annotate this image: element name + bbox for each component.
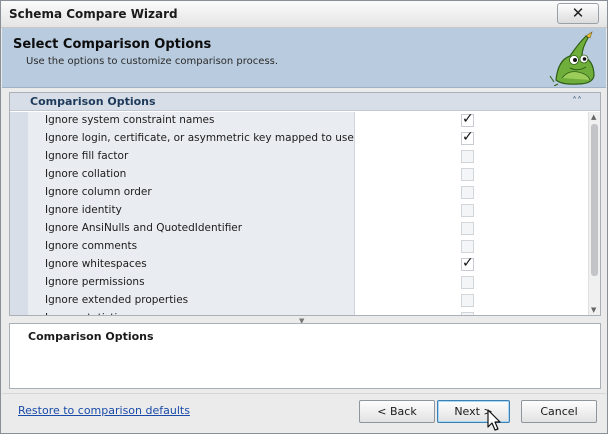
- row-gutter: [10, 292, 28, 310]
- close-button[interactable]: ✕: [557, 3, 599, 24]
- option-value-cell: [355, 292, 588, 310]
- option-checkbox[interactable]: [461, 294, 474, 307]
- option-row: Ignore comments: [10, 238, 588, 256]
- option-row: Ignore identity: [10, 202, 588, 220]
- option-label: Ignore fill factor: [28, 148, 355, 166]
- option-checkbox[interactable]: [461, 129, 474, 145]
- restore-defaults-link[interactable]: Restore to comparison defaults: [18, 404, 190, 417]
- option-value-cell: [355, 166, 588, 184]
- collapse-icon[interactable]: ˄˄: [570, 95, 584, 108]
- option-row: Ignore login, certificate, or asymmetric…: [10, 129, 588, 148]
- wizard-window: Schema Compare Wizard ✕ Select Compariso…: [0, 0, 608, 434]
- option-value-cell: [355, 255, 588, 274]
- option-row: Ignore column order: [10, 184, 588, 202]
- option-label: Ignore identity: [28, 202, 355, 220]
- option-row: Ignore collation: [10, 166, 588, 184]
- row-gutter: [10, 238, 28, 256]
- option-checkbox[interactable]: [461, 204, 474, 217]
- description-panel: Comparison Options: [9, 323, 601, 389]
- row-gutter: [10, 256, 28, 274]
- row-gutter: [10, 166, 28, 184]
- vertical-scrollbar[interactable]: ▲ ▼: [588, 112, 600, 315]
- option-checkbox[interactable]: [461, 276, 474, 289]
- option-checkbox[interactable]: [461, 222, 474, 235]
- row-gutter: [10, 220, 28, 238]
- option-label: Ignore extended properties: [28, 292, 355, 310]
- option-row: Ignore AnsiNulls and QuotedIdentifier: [10, 220, 588, 238]
- option-value-cell: [355, 220, 588, 238]
- options-group-label: Comparison Options: [30, 95, 156, 108]
- option-label: Ignore AnsiNulls and QuotedIdentifier: [28, 220, 355, 238]
- option-checkbox[interactable]: [461, 186, 474, 199]
- scroll-up-icon[interactable]: ▲: [591, 113, 596, 121]
- option-value-cell: [355, 184, 588, 202]
- option-row: Ignore permissions: [10, 274, 588, 292]
- option-checkbox[interactable]: [461, 168, 474, 181]
- option-label: Ignore login, certificate, or asymmetric…: [28, 130, 355, 148]
- frog-logo-icon: [549, 31, 595, 86]
- row-gutter: [10, 148, 28, 166]
- option-row: Ignore statistics: [10, 310, 588, 315]
- option-label: Ignore whitespaces: [28, 256, 355, 274]
- page-title: Select Comparison Options: [13, 37, 212, 52]
- row-gutter: [10, 202, 28, 220]
- option-label: Ignore permissions: [28, 274, 355, 292]
- option-row: Ignore extended properties: [10, 292, 588, 310]
- footer-divider: [2, 393, 606, 394]
- option-checkbox[interactable]: [461, 240, 474, 253]
- option-value-cell: [355, 148, 588, 166]
- cancel-button[interactable]: Cancel: [521, 400, 597, 423]
- close-icon: ✕: [571, 4, 585, 22]
- option-checkbox[interactable]: [461, 111, 474, 127]
- title-bar: Schema Compare Wizard ✕: [1, 1, 607, 28]
- window-title: Schema Compare Wizard: [9, 7, 178, 21]
- option-value-cell: [355, 111, 588, 130]
- option-checkbox[interactable]: [461, 150, 474, 163]
- scroll-down-icon[interactable]: ▼: [591, 306, 596, 314]
- option-value-cell: [355, 238, 588, 256]
- option-label: Ignore comments: [28, 238, 355, 256]
- option-value-cell: [355, 274, 588, 292]
- page-subtitle: Use the options to customize comparison …: [26, 56, 279, 67]
- wizard-banner: Select Comparison Options Use the option…: [2, 28, 606, 88]
- mouse-cursor-icon: [487, 409, 501, 431]
- option-value-cell: [355, 310, 588, 315]
- option-label: Ignore statistics: [28, 310, 355, 315]
- option-row: Ignore whitespaces: [10, 255, 588, 274]
- option-value-cell: [355, 129, 588, 148]
- option-checkbox[interactable]: [461, 255, 474, 271]
- options-grid: Comparison Options ˄˄ Ignore system cons…: [9, 92, 601, 316]
- option-label: Ignore system constraint names: [28, 112, 355, 130]
- option-label: Ignore column order: [28, 184, 355, 202]
- row-gutter: [10, 184, 28, 202]
- row-gutter: [10, 274, 28, 292]
- row-gutter: [10, 130, 28, 148]
- back-button[interactable]: < Back: [359, 400, 435, 423]
- option-checkbox[interactable]: [461, 312, 474, 315]
- option-row: Ignore fill factor: [10, 148, 588, 166]
- option-row: Ignore system constraint names: [10, 111, 588, 130]
- options-group-header[interactable]: Comparison Options ˄˄: [10, 93, 600, 111]
- row-gutter: [10, 112, 28, 130]
- option-label: Ignore collation: [28, 166, 355, 184]
- option-value-cell: [355, 202, 588, 220]
- scrollbar-thumb[interactable]: [591, 124, 598, 276]
- options-list: Ignore system constraint namesIgnore log…: [10, 111, 588, 315]
- row-gutter: [10, 310, 28, 315]
- description-title: Comparison Options: [28, 330, 154, 343]
